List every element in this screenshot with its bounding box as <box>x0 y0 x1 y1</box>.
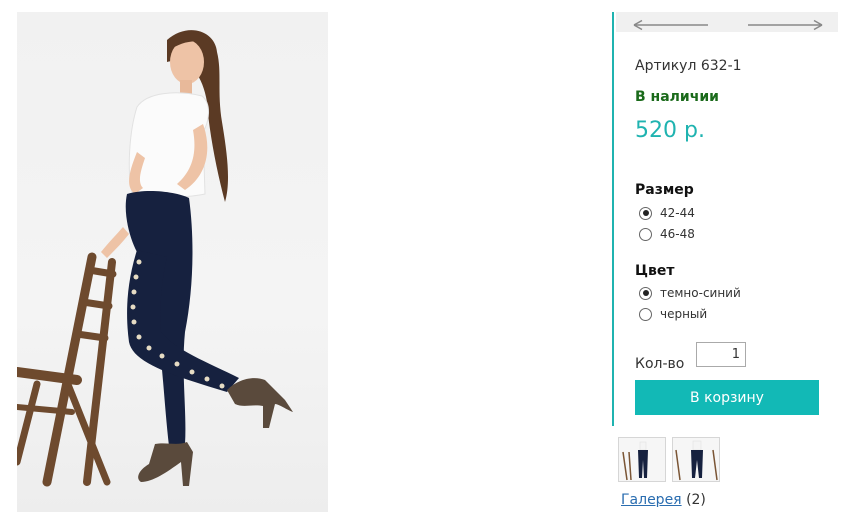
gallery-count: (2) <box>686 492 706 508</box>
size-option-46-48[interactable]: 46-48 <box>639 226 695 242</box>
radio-checked[interactable] <box>639 206 652 220</box>
size-option-label: 42-44 <box>660 206 695 220</box>
product-price: 520 р. <box>635 118 705 143</box>
product-sku: Артикул 632-1 <box>635 58 742 74</box>
size-option-42-44[interactable]: 42-44 <box>639 205 695 221</box>
arrow-left-icon[interactable] <box>632 16 712 35</box>
availability-status: В наличии <box>635 89 719 105</box>
chair <box>17 252 117 487</box>
thumbnail-1[interactable] <box>618 437 666 482</box>
arrow-right-icon[interactable] <box>746 16 826 35</box>
add-to-cart-button[interactable]: В корзину <box>635 380 819 415</box>
gallery-link-row: Галерея (2) <box>621 492 706 508</box>
color-option-label: черный <box>660 307 708 321</box>
color-title: Цвет <box>635 263 675 279</box>
size-title: Размер <box>635 182 694 198</box>
product-info-panel: Артикул 632-1 В наличии 520 р. Размер 42… <box>612 12 838 426</box>
color-option-black[interactable]: черный <box>639 306 707 322</box>
gallery-link[interactable]: Галерея <box>621 492 682 508</box>
quantity-label: Кол-во <box>635 356 685 372</box>
size-option-label: 46-48 <box>660 227 695 241</box>
main-product-photo <box>17 12 328 512</box>
radio-checked[interactable] <box>639 286 652 300</box>
image-navigation-bar <box>616 12 838 32</box>
radio-unchecked[interactable] <box>639 227 652 241</box>
radio-unchecked[interactable] <box>639 307 652 321</box>
quantity-input[interactable] <box>696 342 746 367</box>
thumbnail-2[interactable] <box>672 437 720 482</box>
color-option-dark-blue[interactable]: темно-синий <box>639 285 741 301</box>
model-illustration <box>17 30 293 487</box>
color-option-label: темно-синий <box>660 286 741 300</box>
